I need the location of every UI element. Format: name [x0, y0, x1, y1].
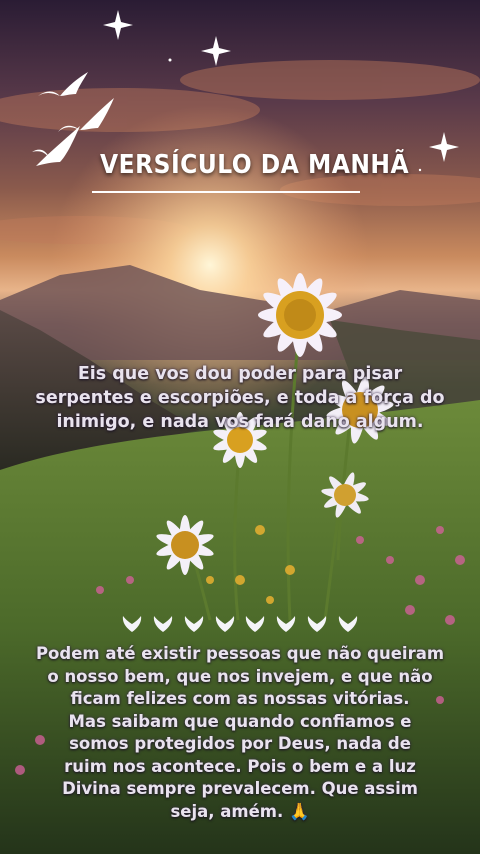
message-text: Podem até existir pessoas que não queira…	[0, 643, 480, 823]
verse-line: serpentes e escorpiões, e toda a força d…	[35, 388, 445, 408]
background-scene: VERSÍCULO DA MANHÃ Eis que vos dou poder…	[0, 0, 480, 854]
message-line: Divina sempre prevalecem. Que assim	[62, 779, 418, 798]
verse-text: Eis que vos dou poder para pisar serpent…	[0, 362, 480, 434]
dove-icon	[246, 616, 265, 632]
verse-line: inimigo, e nada vos fará dano algum.	[56, 412, 424, 432]
dove-icon	[307, 616, 327, 632]
dove-icon	[277, 616, 296, 632]
message-line: somos protegidos por Deus, nada de	[69, 734, 411, 753]
page-title: VERSÍCULO DA MANHÃ	[100, 150, 410, 180]
dove-icon	[215, 616, 234, 632]
message-line: ficam felizes com as nossas vitórias.	[70, 689, 410, 708]
verse-line: Eis que vos dou poder para pisar	[77, 364, 403, 384]
message-line: seja, amém. 🙏	[170, 801, 310, 821]
message-line: ruim nos acontece. Pois o bem e a luz	[64, 756, 416, 776]
dove-icon	[338, 616, 358, 632]
message-line: Podem até existir pessoas que não queira…	[35, 644, 445, 663]
message-line: o nosso bem, que nos invejem, e que não	[47, 666, 433, 686]
message-line: Mas saibam que quando confiamos e	[68, 711, 412, 731]
dove-icon	[153, 616, 172, 632]
dove-icon	[184, 616, 203, 632]
title-underline	[92, 191, 360, 193]
dove-icon	[122, 616, 142, 632]
dove-row	[120, 612, 360, 636]
